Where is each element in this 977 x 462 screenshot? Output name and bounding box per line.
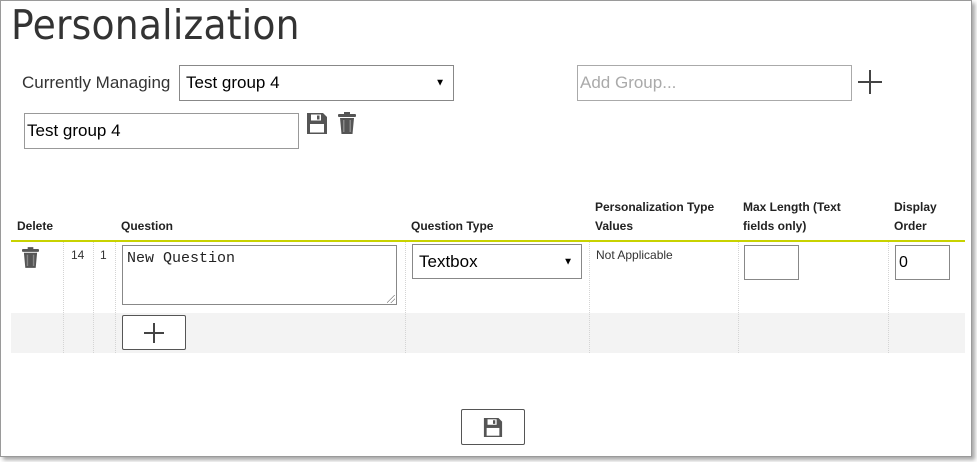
col-header-delete: Delete <box>17 219 54 233</box>
question-textarea[interactable]: New Question <box>122 245 397 305</box>
question-type-select[interactable]: Textbox ▼ <box>412 244 582 279</box>
group-select-value: Test group 4 <box>186 73 280 92</box>
max-length-input[interactable] <box>744 245 799 280</box>
column-divider <box>63 242 64 353</box>
col-header-max-length-line2: fields only) <box>743 219 807 233</box>
add-group-plus-icon[interactable] <box>858 70 882 94</box>
plus-icon <box>144 322 164 343</box>
col-header-display-order-line1: Display <box>894 200 937 214</box>
question-text: New Question <box>127 250 236 267</box>
row-id: 14 <box>71 248 85 262</box>
display-order-input[interactable]: 0 <box>895 245 950 280</box>
row-sequence: 1 <box>100 248 107 262</box>
add-group-input[interactable]: Add Group... <box>577 65 852 101</box>
delete-row-trash-icon[interactable] <box>22 247 39 274</box>
dropdown-arrow-icon: ▼ <box>435 77 445 89</box>
floppy-disk-icon <box>483 417 503 437</box>
save-group-floppy-icon[interactable] <box>306 112 328 140</box>
column-divider <box>888 242 889 353</box>
col-header-personalization-type-line2: Values <box>595 219 634 233</box>
delete-group-trash-icon[interactable] <box>338 112 356 140</box>
column-divider <box>115 242 116 353</box>
column-divider <box>589 242 590 353</box>
col-header-question-type: Question Type <box>411 219 494 233</box>
col-header-display-order-line2: Order <box>894 219 927 233</box>
personalization-type-values: Not Applicable <box>596 248 673 262</box>
save-button[interactable] <box>461 409 525 445</box>
group-select[interactable]: Test group 4 ▼ <box>179 65 454 101</box>
currently-managing-label: Currently Managing <box>22 73 171 92</box>
column-divider <box>405 242 406 353</box>
column-divider <box>93 242 94 353</box>
dropdown-arrow-icon: ▼ <box>563 256 573 267</box>
resize-handle-icon[interactable] <box>387 295 395 303</box>
col-header-personalization-type-line1: Personalization Type <box>595 200 715 214</box>
col-header-max-length-line1: Max Length (Text <box>743 200 841 214</box>
question-type-value: Textbox <box>419 251 478 271</box>
table-header-rule <box>11 240 965 242</box>
col-header-question: Question <box>121 219 174 233</box>
personalization-panel: Personalization Currently Managing Test … <box>0 0 972 457</box>
group-name-input[interactable]: Test group 4 <box>24 113 299 149</box>
column-divider <box>738 242 739 353</box>
page-title: Personalization <box>11 1 300 49</box>
add-question-button[interactable] <box>122 315 186 350</box>
